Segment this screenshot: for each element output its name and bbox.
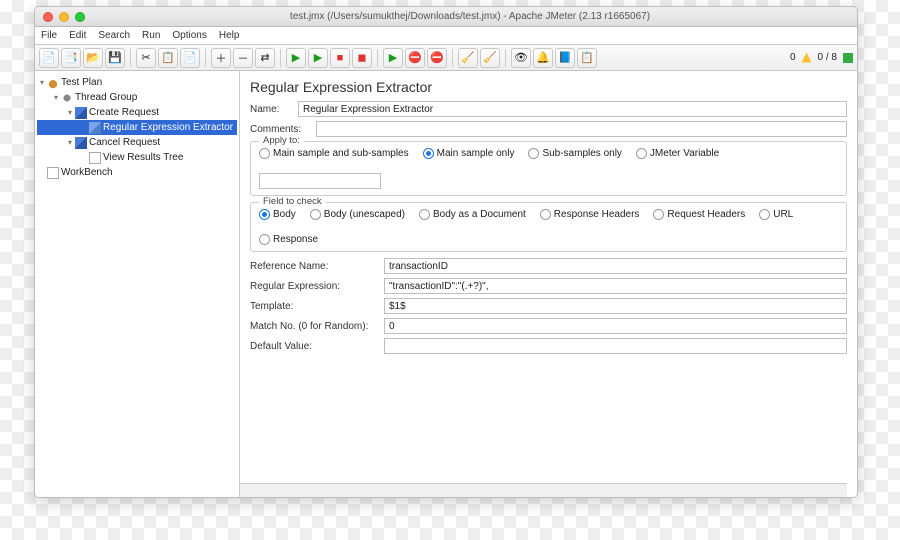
zoom-icon[interactable] [75,12,85,22]
content-area: ▾Test Plan ▾Thread Group ▾Create Request… [35,71,857,497]
radio-request-headers[interactable]: Request Headers [653,209,745,220]
radio-response-headers[interactable]: Response Headers [540,209,640,220]
titlebar[interactable]: test.jmx (/Users/sumukthej/Downloads/tes… [35,7,857,27]
clear-all-icon[interactable]: 🧹 [480,48,500,68]
template-input[interactable] [384,298,847,314]
paste-icon[interactable]: 📄 [180,48,200,68]
radio-jmeter-var[interactable]: JMeter Variable [636,148,719,159]
toolbar-sep [452,49,453,67]
menu-help[interactable]: Help [219,30,240,41]
gear-icon [61,92,73,104]
tree-item-view-results[interactable]: View Results Tree [37,150,237,165]
collapse-icon[interactable]: － [233,48,253,68]
help-icon[interactable]: 📘 [555,48,575,68]
toolbar-sep [280,49,281,67]
match-no-label: Match No. (0 for Random): [250,321,378,332]
radio-body-unescaped[interactable]: Body (unescaped) [310,209,405,220]
tree-item-create-request[interactable]: ▾Create Request [37,105,237,120]
window-title: test.jmx (/Users/sumukthej/Downloads/tes… [91,11,849,22]
start-icon[interactable]: ▶ [286,48,306,68]
menu-file[interactable]: File [41,30,57,41]
match-no-input[interactable] [384,318,847,334]
menu-edit[interactable]: Edit [69,30,86,41]
workbench-icon [47,167,59,179]
sampler-icon [75,137,87,149]
app-window: test.jmx (/Users/sumukthej/Downloads/tes… [34,6,858,498]
radio-main-and-sub[interactable]: Main sample and sub-samples [259,148,409,159]
panel-title: Regular Expression Extractor [240,71,857,99]
regex-input[interactable] [384,278,847,294]
radio-sub-only[interactable]: Sub-samples only [528,148,621,159]
search-tree-icon[interactable]: 👁 [511,48,531,68]
default-value-input[interactable] [384,338,847,354]
name-input[interactable] [298,101,847,117]
tree-item-regex-extractor[interactable]: Regular Expression Extractor [37,120,237,135]
radio-url[interactable]: URL [759,209,793,220]
shutdown-icon[interactable]: ◼ [352,48,372,68]
radio-body[interactable]: Body [259,209,296,220]
save-icon[interactable]: 💾 [105,48,125,68]
default-value-label: Default Value: [250,341,378,352]
field-to-check-group: Body Body (unescaped) Body as a Document… [250,202,847,252]
remote-shutdown-icon[interactable]: ⛔ [427,48,447,68]
templates-icon[interactable]: 📑 [61,48,81,68]
radio-response-message[interactable]: Response [259,234,318,245]
menu-run[interactable]: Run [142,30,160,41]
expand-icon[interactable]: ＋ [211,48,231,68]
new-file-icon[interactable]: 📄 [39,48,59,68]
warning-icon [802,53,812,63]
start-no-pause-icon[interactable]: ▶ [308,48,328,68]
open-icon[interactable]: 📂 [83,48,103,68]
radio-body-document[interactable]: Body as a Document [419,209,526,220]
tree-item-cancel-request[interactable]: ▾Cancel Request [37,135,237,150]
tree-item-threadgroup[interactable]: ▾Thread Group [37,90,237,105]
listener-icon [89,152,101,164]
minimize-icon[interactable] [59,12,69,22]
menubar: File Edit Search Run Options Help [35,27,857,45]
stop-icon[interactable]: ■ [330,48,350,68]
radio-main-only[interactable]: Main sample only [423,148,515,159]
name-label: Name: [250,104,292,115]
thread-count: 0 / 8 [818,52,837,63]
reference-name-label: Reference Name: [250,261,378,272]
cut-icon[interactable]: ✂ [136,48,156,68]
error-count: 0 [790,52,796,63]
statusbar [240,483,847,497]
options-icon[interactable]: 📋 [577,48,597,68]
comments-input[interactable] [316,121,847,137]
toolbar-status: 0 0 / 8 [790,52,853,63]
toolbar: 📄 📑 📂 💾 ✂ 📋 📄 ＋ － ⇄ ▶ ▶ ■ ◼ ▶ ⛔ ⛔ 🧹 🧹 👁 … [35,45,857,71]
flask-icon [47,77,59,89]
jmeter-var-input[interactable] [259,173,381,189]
copy-icon[interactable]: 📋 [158,48,178,68]
toolbar-sep [205,49,206,67]
comments-label: Comments: [250,124,310,135]
menu-search[interactable]: Search [98,30,130,41]
function-helper-icon[interactable]: 🔔 [533,48,553,68]
template-label: Template: [250,301,378,312]
reference-name-input[interactable] [384,258,847,274]
status-indicator-icon [843,53,853,63]
tree-item-workbench[interactable]: WorkBench [37,165,237,180]
menu-options[interactable]: Options [172,30,206,41]
remote-stop-icon[interactable]: ⛔ [405,48,425,68]
clear-icon[interactable]: 🧹 [458,48,478,68]
apply-to-group: Main sample and sub-samples Main sample … [250,141,847,196]
test-plan-tree[interactable]: ▾Test Plan ▾Thread Group ▾Create Request… [35,71,240,497]
postprocessor-icon [89,122,101,134]
regex-label: Regular Expression: [250,281,378,292]
sampler-icon [75,107,87,119]
toggle-icon[interactable]: ⇄ [255,48,275,68]
close-icon[interactable] [43,12,53,22]
editor-panel: Regular Expression Extractor Name: Comme… [240,71,857,497]
toolbar-sep [505,49,506,67]
toolbar-sep [130,49,131,67]
remote-start-icon[interactable]: ▶ [383,48,403,68]
tree-item-testplan[interactable]: ▾Test Plan [37,75,237,90]
toolbar-sep [377,49,378,67]
